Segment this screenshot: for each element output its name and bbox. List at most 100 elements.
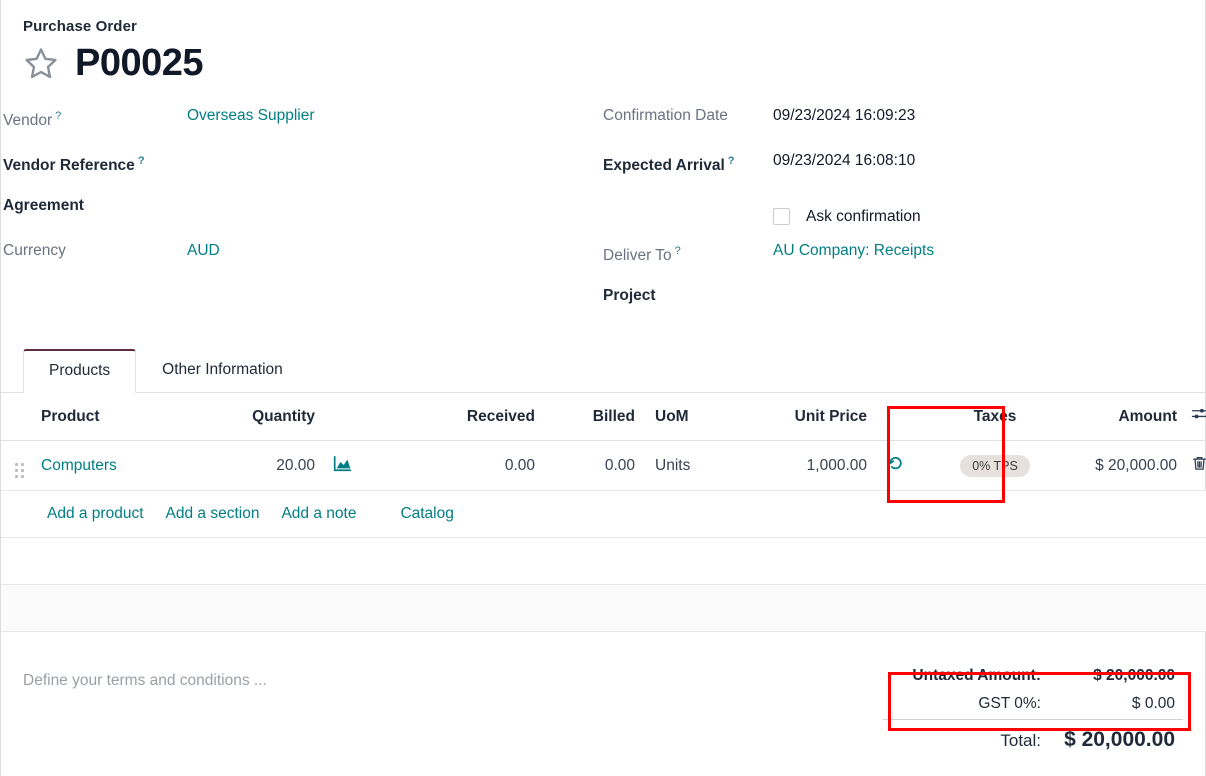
empty-row-2 <box>1 585 1206 632</box>
project-label: Project <box>603 284 773 306</box>
ask-confirmation-checkbox[interactable] <box>773 208 790 225</box>
field-project: Project <box>603 284 1203 329</box>
add-line-row: Add a product Add a section Add a note C… <box>1 491 1206 538</box>
cell-delete[interactable] <box>1185 441 1206 491</box>
col-taxes[interactable]: Taxes <box>935 393 1055 441</box>
empty-row-1 <box>1 538 1206 585</box>
col-received[interactable]: Received <box>383 393 543 441</box>
tab-other-information[interactable]: Other Information <box>136 348 309 392</box>
deliver-to-help-icon[interactable]: ? <box>675 245 681 257</box>
total-label: Total: <box>1000 731 1041 751</box>
form-header: Purchase Order P00025 <box>1 0 1205 82</box>
total-row: Total: $ 20,000.00 <box>883 719 1183 757</box>
status-badge[interactable]: 0% TPS <box>960 455 1030 477</box>
field-expected-arrival: Expected Arrival? 09/23/2024 16:08:10 <box>603 149 1203 194</box>
forecast-chart-icon[interactable] <box>333 455 352 472</box>
form-footer: Define your terms and conditions ... Unt… <box>1 654 1205 757</box>
tab-products[interactable]: Products <box>23 349 136 393</box>
breadcrumb: Purchase Order <box>23 18 1183 35</box>
left-field-column: Vendor? Overseas Supplier Vendor Referen… <box>3 104 603 329</box>
col-quantity-icon <box>323 393 383 441</box>
totals-panel: Untaxed Amount: $ 20,000.00 GST 0%: $ 0.… <box>883 654 1183 757</box>
agreement-label: Agreement <box>3 194 187 216</box>
add-a-section-button[interactable]: Add a section <box>166 505 260 523</box>
cell-product[interactable]: Computers <box>33 441 183 491</box>
drag-handle-icon[interactable] <box>15 463 24 478</box>
field-agreement: Agreement <box>3 194 603 239</box>
col-amount[interactable]: Amount <box>1055 393 1185 441</box>
field-vendor: Vendor? Overseas Supplier <box>3 104 603 149</box>
vendor-reference-label-text: Vendor Reference <box>3 157 135 174</box>
field-grid: Vendor? Overseas Supplier Vendor Referen… <box>1 104 1205 329</box>
history-icon[interactable] <box>887 455 904 472</box>
order-lines-table: Product Quantity Received Billed UoM Uni… <box>1 393 1206 632</box>
gst-value: $ 0.00 <box>1055 695 1175 713</box>
add-line-cell: Add a product Add a section Add a note C… <box>1 491 1206 538</box>
deliver-to-label-text: Deliver To <box>603 247 672 264</box>
optional-columns-toggle[interactable] <box>1185 393 1206 441</box>
product-link[interactable]: Computers <box>41 457 117 474</box>
currency-label: Currency <box>3 239 187 261</box>
cell-billed[interactable]: 0.00 <box>543 441 643 491</box>
purchase-order-form: Purchase Order P00025 Vendor? Overseas S… <box>0 0 1206 776</box>
sliders-icon[interactable] <box>1190 405 1206 423</box>
add-a-product-button[interactable]: Add a product <box>47 505 144 523</box>
col-unit-price[interactable]: Unit Price <box>735 393 875 441</box>
row-drag-handle[interactable] <box>1 441 33 491</box>
trash-icon[interactable] <box>1191 455 1206 472</box>
cell-amount: $ 20,000.00 <box>1055 441 1185 491</box>
page-title: P00025 <box>75 44 203 82</box>
cell-uom[interactable]: Units <box>643 441 735 491</box>
empty-cell-1 <box>1 538 1206 585</box>
vendor-reference-help-icon[interactable]: ? <box>138 155 145 167</box>
expected-arrival-label-text: Expected Arrival <box>603 157 725 174</box>
add-a-note-button[interactable]: Add a note <box>281 505 356 523</box>
table-header-row: Product Quantity Received Billed UoM Uni… <box>1 393 1206 441</box>
untaxed-amount-row: Untaxed Amount: $ 20,000.00 <box>883 662 1183 690</box>
cell-unit-price[interactable]: 1,000.00 <box>735 441 875 491</box>
cell-price-history[interactable] <box>875 441 935 491</box>
cell-taxes[interactable]: 0% TPS <box>935 441 1055 491</box>
field-confirmation-date: Confirmation Date 09/23/2024 16:09:23 <box>603 104 1203 149</box>
cell-quantity[interactable]: 20.00 <box>183 441 323 491</box>
gst-label[interactable]: GST 0%: <box>978 695 1041 713</box>
vendor-reference-label: Vendor Reference? <box>3 149 187 176</box>
field-deliver-to: Deliver To? AU Company: Receipts <box>603 239 1203 284</box>
deliver-to-value[interactable]: AU Company: Receipts <box>773 239 934 261</box>
terms-and-conditions-input[interactable]: Define your terms and conditions ... <box>23 654 883 757</box>
empty-cell-2 <box>1 585 1206 632</box>
right-field-column: Confirmation Date 09/23/2024 16:09:23 Ex… <box>603 104 1203 329</box>
total-value: $ 20,000.00 <box>1055 728 1175 752</box>
catalog-button[interactable]: Catalog <box>400 505 453 523</box>
col-uom[interactable]: UoM <box>643 393 735 441</box>
vendor-label: Vendor? <box>3 104 187 131</box>
gst-row: GST 0%: $ 0.00 <box>883 690 1183 718</box>
col-price-history <box>875 393 935 441</box>
vendor-help-icon[interactable]: ? <box>55 110 61 122</box>
star-outline-icon[interactable] <box>23 45 59 81</box>
vendor-value[interactable]: Overseas Supplier <box>187 104 315 126</box>
add-links-group: Add a product Add a section Add a note C… <box>9 505 1206 523</box>
field-ask-confirmation: Ask confirmation <box>603 194 1203 239</box>
field-currency: Currency AUD <box>3 239 603 284</box>
deliver-to-label: Deliver To? <box>603 239 773 266</box>
expected-arrival-label: Expected Arrival? <box>603 149 773 176</box>
col-product[interactable]: Product <box>33 393 183 441</box>
cell-forecast[interactable] <box>323 441 383 491</box>
expected-arrival-help-icon[interactable]: ? <box>728 155 735 167</box>
ask-confirmation-label: Ask confirmation <box>806 208 921 226</box>
notebook-tabs: Products Other Information <box>1 347 1205 393</box>
vendor-label-text: Vendor <box>3 112 52 129</box>
untaxed-amount-label: Untaxed Amount: <box>912 667 1041 685</box>
title-row: P00025 <box>23 44 1183 82</box>
expected-arrival-value[interactable]: 09/23/2024 16:08:10 <box>773 149 915 171</box>
confirmation-date-label: Confirmation Date <box>603 104 773 126</box>
col-handle <box>1 393 33 441</box>
currency-value[interactable]: AUD <box>187 239 220 261</box>
col-quantity[interactable]: Quantity <box>183 393 323 441</box>
field-vendor-reference: Vendor Reference? <box>3 149 603 194</box>
confirmation-date-value: 09/23/2024 16:09:23 <box>773 104 915 126</box>
cell-received[interactable]: 0.00 <box>383 441 543 491</box>
col-billed[interactable]: Billed <box>543 393 643 441</box>
table-row[interactable]: Computers 20.00 0.00 0.00 Units 1,000.00 <box>1 441 1206 491</box>
